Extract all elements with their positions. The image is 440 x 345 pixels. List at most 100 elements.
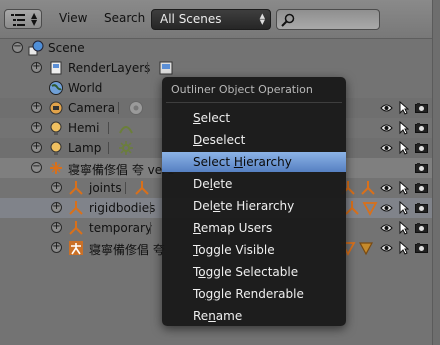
tree-label: Camera [68,101,116,115]
visibility-eye-icon[interactable] [380,242,393,254]
point-lamp-data-icon[interactable] [118,140,134,156]
selectable-cursor-icon[interactable] [399,241,409,255]
visibility-eye-icon[interactable] [380,202,393,214]
region-edge[interactable] [432,0,440,345]
selectable-cursor-icon[interactable] [399,141,409,155]
scene-icon [28,40,44,56]
search-icon [281,13,295,27]
tree-label: rigidbodies [89,201,156,215]
outliner-icon [11,14,25,26]
view-menu[interactable]: View [59,11,87,25]
menu-item-deselect[interactable]: Deselect [162,130,346,150]
tree-label: temporary [89,221,153,235]
renderable-camera-icon[interactable] [415,143,428,153]
menu-item-toggle-visible[interactable]: Toggle Visible [162,240,346,260]
separator [150,222,151,234]
tree-label: World [68,81,103,95]
selectable-cursor-icon[interactable] [399,121,409,135]
outliner-header: ▲ ▼ View Search All Scenes ▲ ▼ [0,0,440,39]
search-menu[interactable]: Search [104,11,145,25]
empty-object-icon [50,162,62,174]
selectable-cursor-icon[interactable] [399,101,409,115]
selectable-cursor-icon[interactable] [399,201,409,215]
menu-item-delete-hierarchy[interactable]: Delete Hierarchy [162,196,346,216]
separator [125,182,126,194]
expand-icon[interactable]: + [31,122,42,133]
menu-item-text: Re [193,309,209,323]
tree-label: 寝寧備俢倡 夸 ver1 [68,163,175,177]
renderable-camera-icon[interactable] [415,163,428,173]
render-layers-icon [50,61,62,75]
collapse-icon[interactable]: − [31,162,42,173]
camera-object-icon [49,101,63,115]
empty-object-icon [69,181,83,195]
menu-item-rename[interactable]: Rename [162,306,346,326]
camera-data-icon[interactable] [128,100,144,116]
visibility-eye-icon[interactable] [380,142,393,154]
menu-item-text: ierarchy [242,155,292,169]
menu-item-toggle-selectable[interactable]: Toggle Selectable [162,262,346,282]
visibility-eye-icon[interactable] [380,122,393,134]
menu-item-select-hierarchy[interactable]: Select Hierarchy [162,152,346,172]
menu-item-text: ete [212,177,233,191]
expand-icon[interactable]: + [31,62,42,73]
editor-type-button[interactable]: ▲ ▼ [4,9,42,29]
search-input[interactable] [276,9,380,30]
expand-icon[interactable]: + [51,182,62,193]
empty-child-icon [345,201,359,215]
armature-icon [69,241,83,255]
menu-item-hotkey-letter: S [193,111,201,125]
menu-item-text: eselect [202,133,246,147]
menu-item-delete[interactable]: Delete [162,174,346,194]
empty-object-icon [69,201,83,215]
tree-row-renderlayers[interactable]: + RenderLayers [0,58,432,78]
menu-divider [166,102,342,103]
renderable-camera-icon[interactable] [415,103,428,113]
empty-child-icon [361,181,375,195]
visibility-eye-icon[interactable] [380,222,393,234]
renderable-camera-icon[interactable] [415,223,428,233]
tree-label: joints [89,181,122,195]
menu-item-text: te Hierarchy [220,199,295,213]
menu-item-text: ggle Selectable [205,265,299,279]
menu-item-text: oggle Visible [198,243,275,257]
expand-icon[interactable]: + [51,242,62,253]
chevron-updown-icon: ▲ ▼ [31,11,38,27]
renderable-camera-icon[interactable] [415,243,428,253]
expand-icon[interactable]: + [31,142,42,153]
empty-object-icon [69,221,83,235]
renderable-camera-icon[interactable] [415,123,428,133]
visibility-eye-icon[interactable] [380,102,393,114]
menu-item-text: gle Renderable [213,287,304,301]
empty-child-icon [135,181,149,195]
menu-item-remap-users[interactable]: Remap Users [162,218,346,238]
tree-label: RenderLayers [68,61,151,75]
selectable-cursor-icon[interactable] [399,181,409,195]
menu-item-toggle-renderable[interactable]: Toggle Renderable [162,284,346,304]
tree-row-scene[interactable]: − Scene [0,38,432,58]
expand-icon[interactable]: + [51,202,62,213]
display-mode-select[interactable]: All Scenes ▲ ▼ [151,9,271,30]
menu-item-hotkey-letter: H [233,155,243,169]
tree-label: Scene [48,41,85,55]
expand-icon[interactable]: + [51,222,62,233]
hemi-lamp-data-icon[interactable] [118,120,134,136]
tree-label: Lamp [68,141,102,155]
selectable-cursor-icon[interactable] [399,221,409,235]
menu-item-text: De [193,177,210,191]
renderable-camera-icon[interactable] [415,203,428,213]
menu-item-hotkey-letter: o [198,265,206,279]
separator [147,62,148,74]
visibility-eye-icon[interactable] [380,182,393,194]
menu-title: Outliner Object Operation [171,83,313,96]
menu-item-text: Select [193,155,234,169]
renderable-camera-icon[interactable] [415,183,428,193]
world-icon [49,81,63,95]
render-layer-icon[interactable] [158,60,174,76]
collapse-icon[interactable]: − [12,42,23,53]
menu-item-text: Del [193,199,213,213]
expand-icon[interactable]: + [31,102,42,113]
menu-item-select[interactable]: Select [162,108,346,128]
display-mode-value: All Scenes [160,12,222,26]
menu-item-hotkey-letter: n [208,309,216,323]
